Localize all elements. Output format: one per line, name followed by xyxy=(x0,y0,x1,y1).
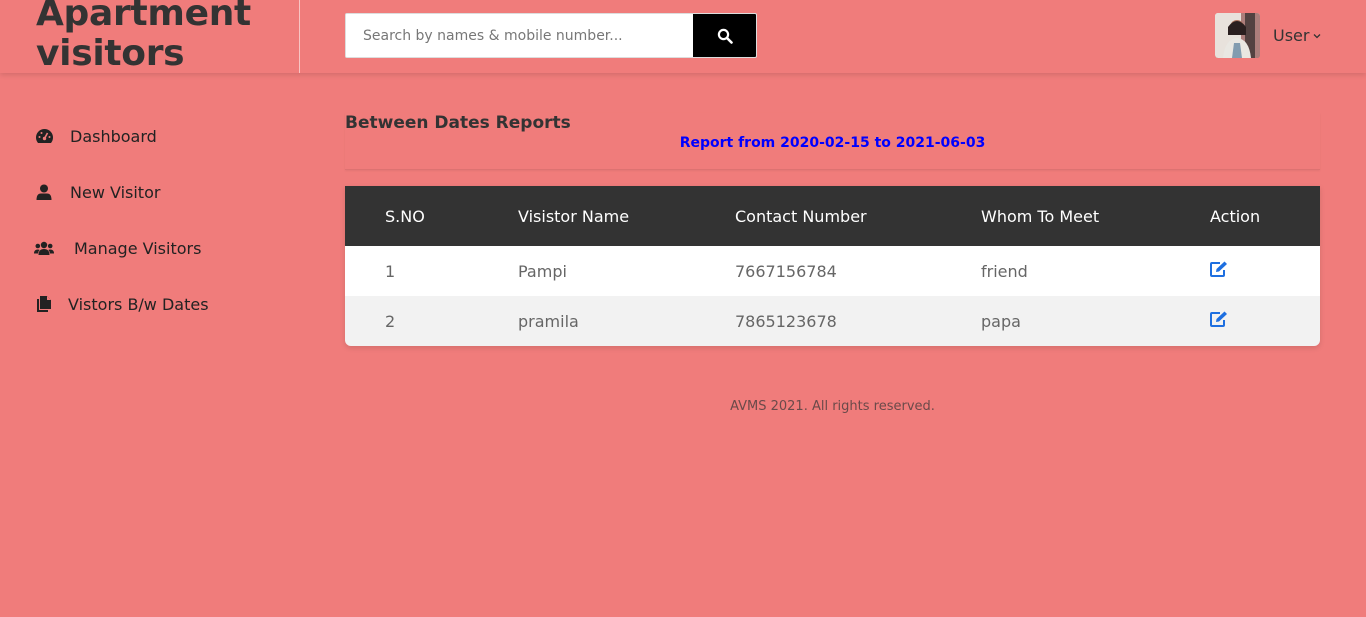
table-row: 2 pramila 7865123678 papa xyxy=(345,296,1320,346)
chevron-down-icon xyxy=(1314,33,1321,38)
cell-action xyxy=(1209,296,1320,346)
sidebar-item-label: Manage Visitors xyxy=(74,238,202,258)
column-header-name: Visistor Name xyxy=(518,206,630,226)
brand: Apartment visitors xyxy=(0,0,300,73)
edit-button[interactable] xyxy=(1210,311,1228,327)
sidebar-item-visitors-bw-dates[interactable]: Vistors B/w Dates xyxy=(0,276,300,332)
cell-whom: papa xyxy=(981,311,1021,331)
report-range-text: Report from 2020-02-15 to 2021-06-03 xyxy=(679,135,986,151)
top-header: Apartment visitors User xyxy=(0,0,1366,73)
search-button[interactable] xyxy=(693,14,756,57)
sidebar-item-new-visitor[interactable]: New Visitor xyxy=(0,164,300,220)
edit-icon xyxy=(1210,261,1227,277)
page-title: Between Dates Reports xyxy=(345,113,571,133)
search-icon xyxy=(717,28,733,44)
avatar[interactable] xyxy=(1215,13,1260,58)
column-header-contact: Contact Number xyxy=(735,206,867,226)
footer-text: AVMS 2021. All rights reserved. xyxy=(730,399,935,414)
cell-name: pramila xyxy=(518,311,579,331)
table-header-row: S.NO Visistor Name Contact Number Whom T… xyxy=(345,186,1320,246)
cell-sno: 2 xyxy=(385,311,396,331)
cell-contact: 7667156784 xyxy=(735,261,837,281)
sidebar-item-label: Vistors B/w Dates xyxy=(68,294,209,314)
dashboard-gauge-icon xyxy=(34,126,54,146)
users-group-icon xyxy=(34,238,54,258)
column-header-action: Action xyxy=(1210,206,1261,226)
brand-title: Apartment visitors xyxy=(36,0,251,73)
user-menu[interactable]: User xyxy=(1215,13,1321,58)
cell-whom: friend xyxy=(981,261,1028,281)
cell-sno: 1 xyxy=(385,261,396,281)
sidebar: Dashboard New Visitor Manage Visitors Vi… xyxy=(0,108,300,332)
table-row: 1 Pampi 7667156784 friend xyxy=(345,246,1320,296)
search-form xyxy=(345,13,757,58)
column-header-sno: S.NO xyxy=(385,206,425,226)
sidebar-item-label: Dashboard xyxy=(70,126,157,146)
documents-icon xyxy=(34,294,54,314)
user-name[interactable]: User xyxy=(1273,26,1321,45)
visitors-table: S.NO Visistor Name Contact Number Whom T… xyxy=(345,186,1320,346)
cell-name: Pampi xyxy=(518,261,567,281)
sidebar-item-dashboard[interactable]: Dashboard xyxy=(0,108,300,164)
user-name-label: User xyxy=(1273,26,1310,45)
avatar-image xyxy=(1215,13,1260,58)
user-icon xyxy=(34,182,54,202)
sidebar-item-label: New Visitor xyxy=(70,182,161,202)
search-input[interactable] xyxy=(346,14,693,57)
sidebar-item-manage-visitors[interactable]: Manage Visitors xyxy=(0,220,300,276)
column-header-whom: Whom To Meet xyxy=(981,206,1100,226)
cell-action xyxy=(1209,246,1320,296)
cell-contact: 7865123678 xyxy=(735,311,837,331)
edit-icon xyxy=(1210,311,1227,327)
edit-button[interactable] xyxy=(1210,261,1228,277)
